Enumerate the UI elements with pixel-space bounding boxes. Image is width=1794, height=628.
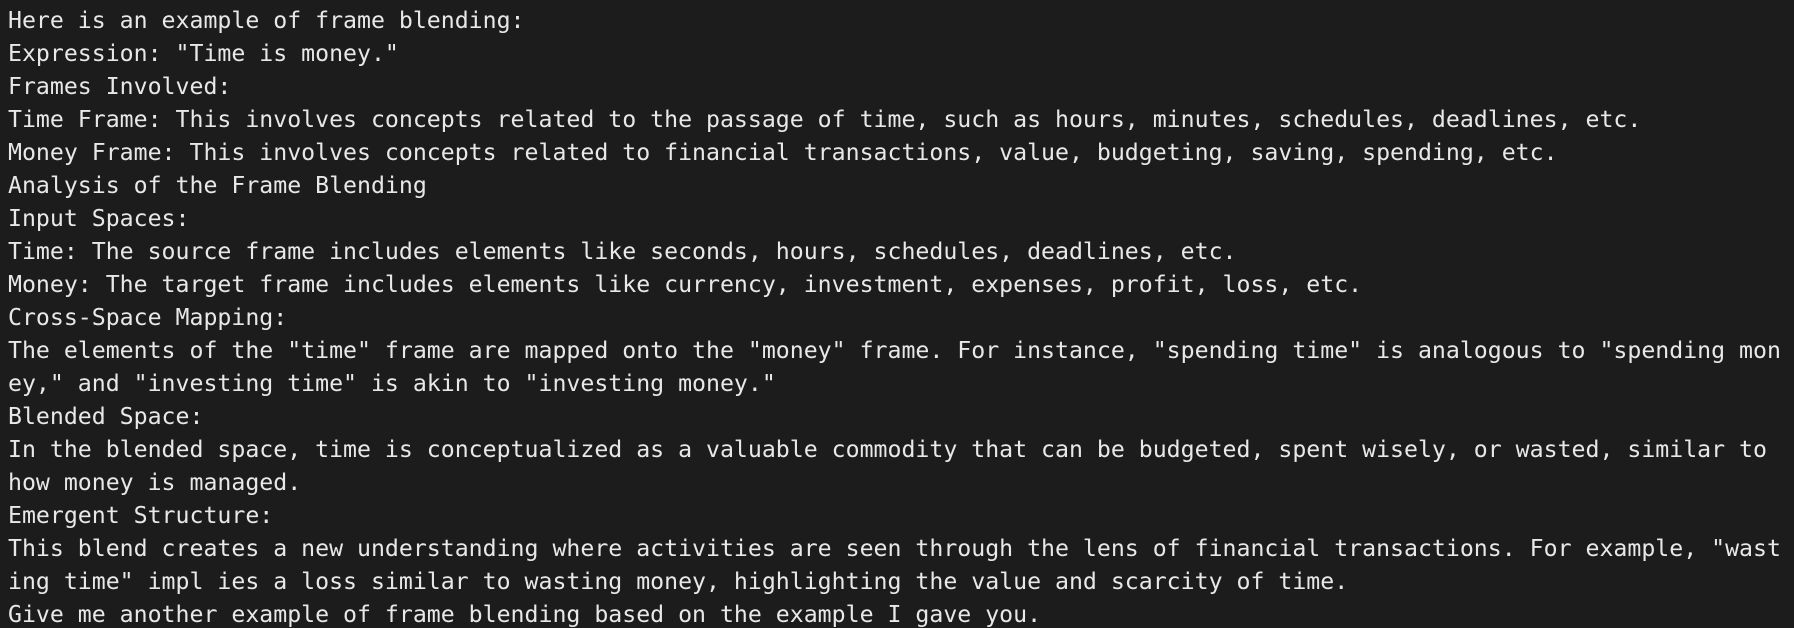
terminal-line: Cross-Space Mapping: — [8, 304, 288, 331]
terminal-line: Input Spaces: — [8, 205, 190, 232]
terminal-output: Here is an example of frame blending: Ex… — [0, 0, 1794, 628]
terminal-line: ing time" impl ies a loss similar to was… — [8, 568, 1349, 595]
terminal-line: In the blended space, time is conceptual… — [8, 436, 1767, 463]
terminal-line: Expression: "Time is money." — [8, 40, 399, 67]
terminal-line: Blended Space: — [8, 403, 204, 430]
terminal-line: Frames Involved: — [8, 73, 232, 100]
terminal-line: Analysis of the Frame Blending — [8, 172, 427, 199]
terminal-line: The elements of the "time" frame are map… — [8, 337, 1781, 364]
terminal-line: Money: The target frame includes element… — [8, 271, 1363, 298]
terminal-line: ey," and "investing time" is akin to "in… — [8, 370, 776, 397]
terminal-line: Give me another example of frame blendin… — [8, 601, 1042, 628]
terminal-line: Emergent Structure: — [8, 502, 274, 529]
terminal-line: Time Frame: This involves concepts relat… — [8, 106, 1642, 133]
terminal-line: Money Frame: This involves concepts rela… — [8, 139, 1558, 166]
terminal-line: Here is an example of frame blending: — [8, 7, 525, 34]
terminal-line: This blend creates a new understanding w… — [8, 535, 1781, 562]
terminal-line: how money is managed. — [8, 469, 302, 496]
terminal-line: Time: The source frame includes elements… — [8, 238, 1237, 265]
